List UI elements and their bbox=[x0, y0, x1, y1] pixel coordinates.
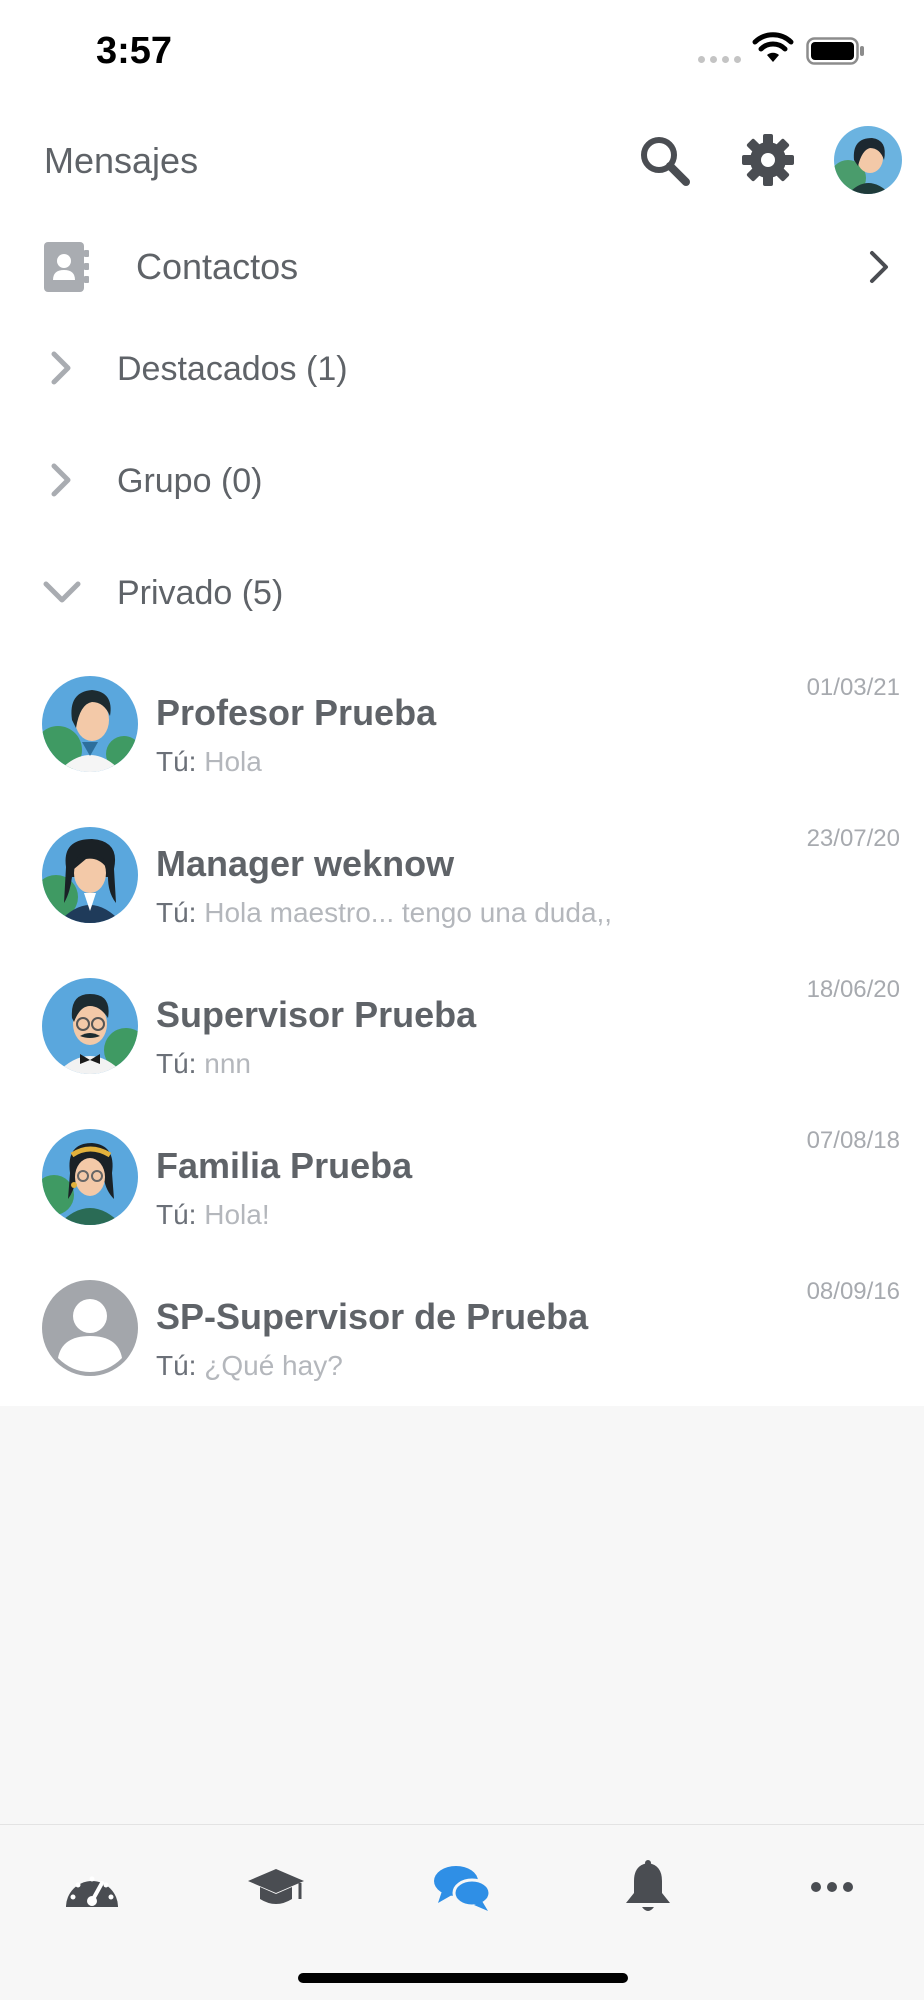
home-indicator bbox=[298, 1973, 628, 1983]
contacts-row[interactable]: Contactos bbox=[0, 216, 924, 316]
chevron-right-icon bbox=[870, 251, 888, 283]
message-preview: Tú: Hola! bbox=[156, 1199, 270, 1231]
tab-courses[interactable] bbox=[244, 1859, 308, 1915]
tab-messages[interactable] bbox=[430, 1859, 494, 1915]
chat-bubbles-icon bbox=[434, 1866, 492, 1911]
sender-prefix: Tú: bbox=[156, 746, 197, 777]
message-date: 08/09/16 bbox=[806, 1278, 900, 1305]
avatar[interactable] bbox=[834, 126, 902, 194]
preview-text: Hola! bbox=[204, 1199, 270, 1230]
tab-bar bbox=[0, 1824, 924, 2000]
bell-icon bbox=[626, 1860, 670, 1911]
gear-icon[interactable] bbox=[740, 132, 796, 188]
message-date: 07/08/18 bbox=[806, 1127, 900, 1154]
contact-name: Manager weknow bbox=[156, 843, 455, 884]
wifi-icon bbox=[752, 32, 794, 62]
section-privado[interactable]: Privado (5) bbox=[0, 544, 924, 644]
default-avatar-icon bbox=[42, 1280, 138, 1376]
message-date: 18/06/20 bbox=[806, 976, 900, 1003]
dashboard-icon bbox=[66, 1876, 118, 1907]
sender-prefix: Tú: bbox=[156, 1350, 197, 1381]
avatar bbox=[42, 827, 138, 923]
contacts-label: Contactos bbox=[136, 246, 299, 287]
section-grupo[interactable]: Grupo (0) bbox=[0, 432, 924, 532]
conversation-item[interactable]: Supervisor Prueba Tú: nnn 18/06/20 bbox=[0, 964, 924, 1115]
contact-name: Supervisor Prueba bbox=[156, 994, 477, 1035]
empty-area bbox=[0, 1406, 924, 1824]
graduation-cap-icon bbox=[248, 1869, 304, 1904]
section-label: Privado (5) bbox=[117, 574, 284, 612]
section-label: Grupo (0) bbox=[117, 462, 263, 500]
conversation-item[interactable]: Profesor Prueba Tú: Hola 01/03/21 bbox=[0, 662, 924, 813]
message-preview: Tú: Hola bbox=[156, 746, 262, 778]
contact-name: Profesor Prueba bbox=[156, 692, 437, 733]
page-title: Mensajes bbox=[44, 140, 199, 181]
message-preview: Tú: nnn bbox=[156, 1048, 251, 1080]
contact-name: SP-Supervisor de Prueba bbox=[156, 1296, 589, 1337]
preview-text: nnn bbox=[204, 1048, 251, 1079]
tab-dashboard[interactable] bbox=[60, 1859, 124, 1915]
more-icon bbox=[811, 1882, 853, 1892]
address-book-icon bbox=[44, 242, 89, 292]
tab-notifications[interactable] bbox=[616, 1859, 680, 1915]
tab-more[interactable] bbox=[800, 1859, 864, 1915]
preview-text: Hola maestro... tengo una duda,, bbox=[204, 897, 613, 928]
conversation-item[interactable]: Familia Prueba Tú: Hola! 07/08/18 bbox=[0, 1115, 924, 1266]
avatar bbox=[42, 676, 138, 772]
signal-icon bbox=[698, 56, 741, 63]
avatar bbox=[42, 978, 138, 1074]
section-label: Destacados (1) bbox=[117, 350, 348, 388]
avatar bbox=[42, 1129, 138, 1225]
conversation-item[interactable]: SP-Supervisor de Prueba Tú: ¿Qué hay? 08… bbox=[0, 1266, 924, 1417]
contact-name: Familia Prueba bbox=[156, 1145, 413, 1186]
message-date: 01/03/21 bbox=[806, 674, 900, 701]
status-time: 3:57 bbox=[96, 30, 173, 72]
sender-prefix: Tú: bbox=[156, 897, 197, 928]
status-bar: 3:57 bbox=[0, 0, 924, 110]
section-destacados[interactable]: Destacados (1) bbox=[0, 320, 924, 420]
conversation-list: Profesor Prueba Tú: Hola 01/03/21 Manage… bbox=[0, 662, 924, 1406]
message-preview: Tú: ¿Qué hay? bbox=[156, 1350, 343, 1382]
sender-prefix: Tú: bbox=[156, 1199, 197, 1230]
message-preview: Tú: Hola maestro... tengo una duda,, bbox=[156, 897, 612, 929]
chevron-down-icon bbox=[43, 581, 81, 603]
chevron-right-icon bbox=[51, 351, 71, 385]
preview-text: ¿Qué hay? bbox=[204, 1350, 343, 1381]
search-icon[interactable] bbox=[636, 132, 692, 188]
battery-icon bbox=[806, 37, 864, 65]
chevron-right-icon bbox=[51, 463, 71, 497]
header: Mensajes bbox=[0, 110, 924, 210]
sender-prefix: Tú: bbox=[156, 1048, 197, 1079]
message-date: 23/07/20 bbox=[806, 825, 900, 852]
conversation-item[interactable]: Manager weknow Tú: Hola maestro... tengo… bbox=[0, 813, 924, 964]
preview-text: Hola bbox=[204, 746, 262, 777]
